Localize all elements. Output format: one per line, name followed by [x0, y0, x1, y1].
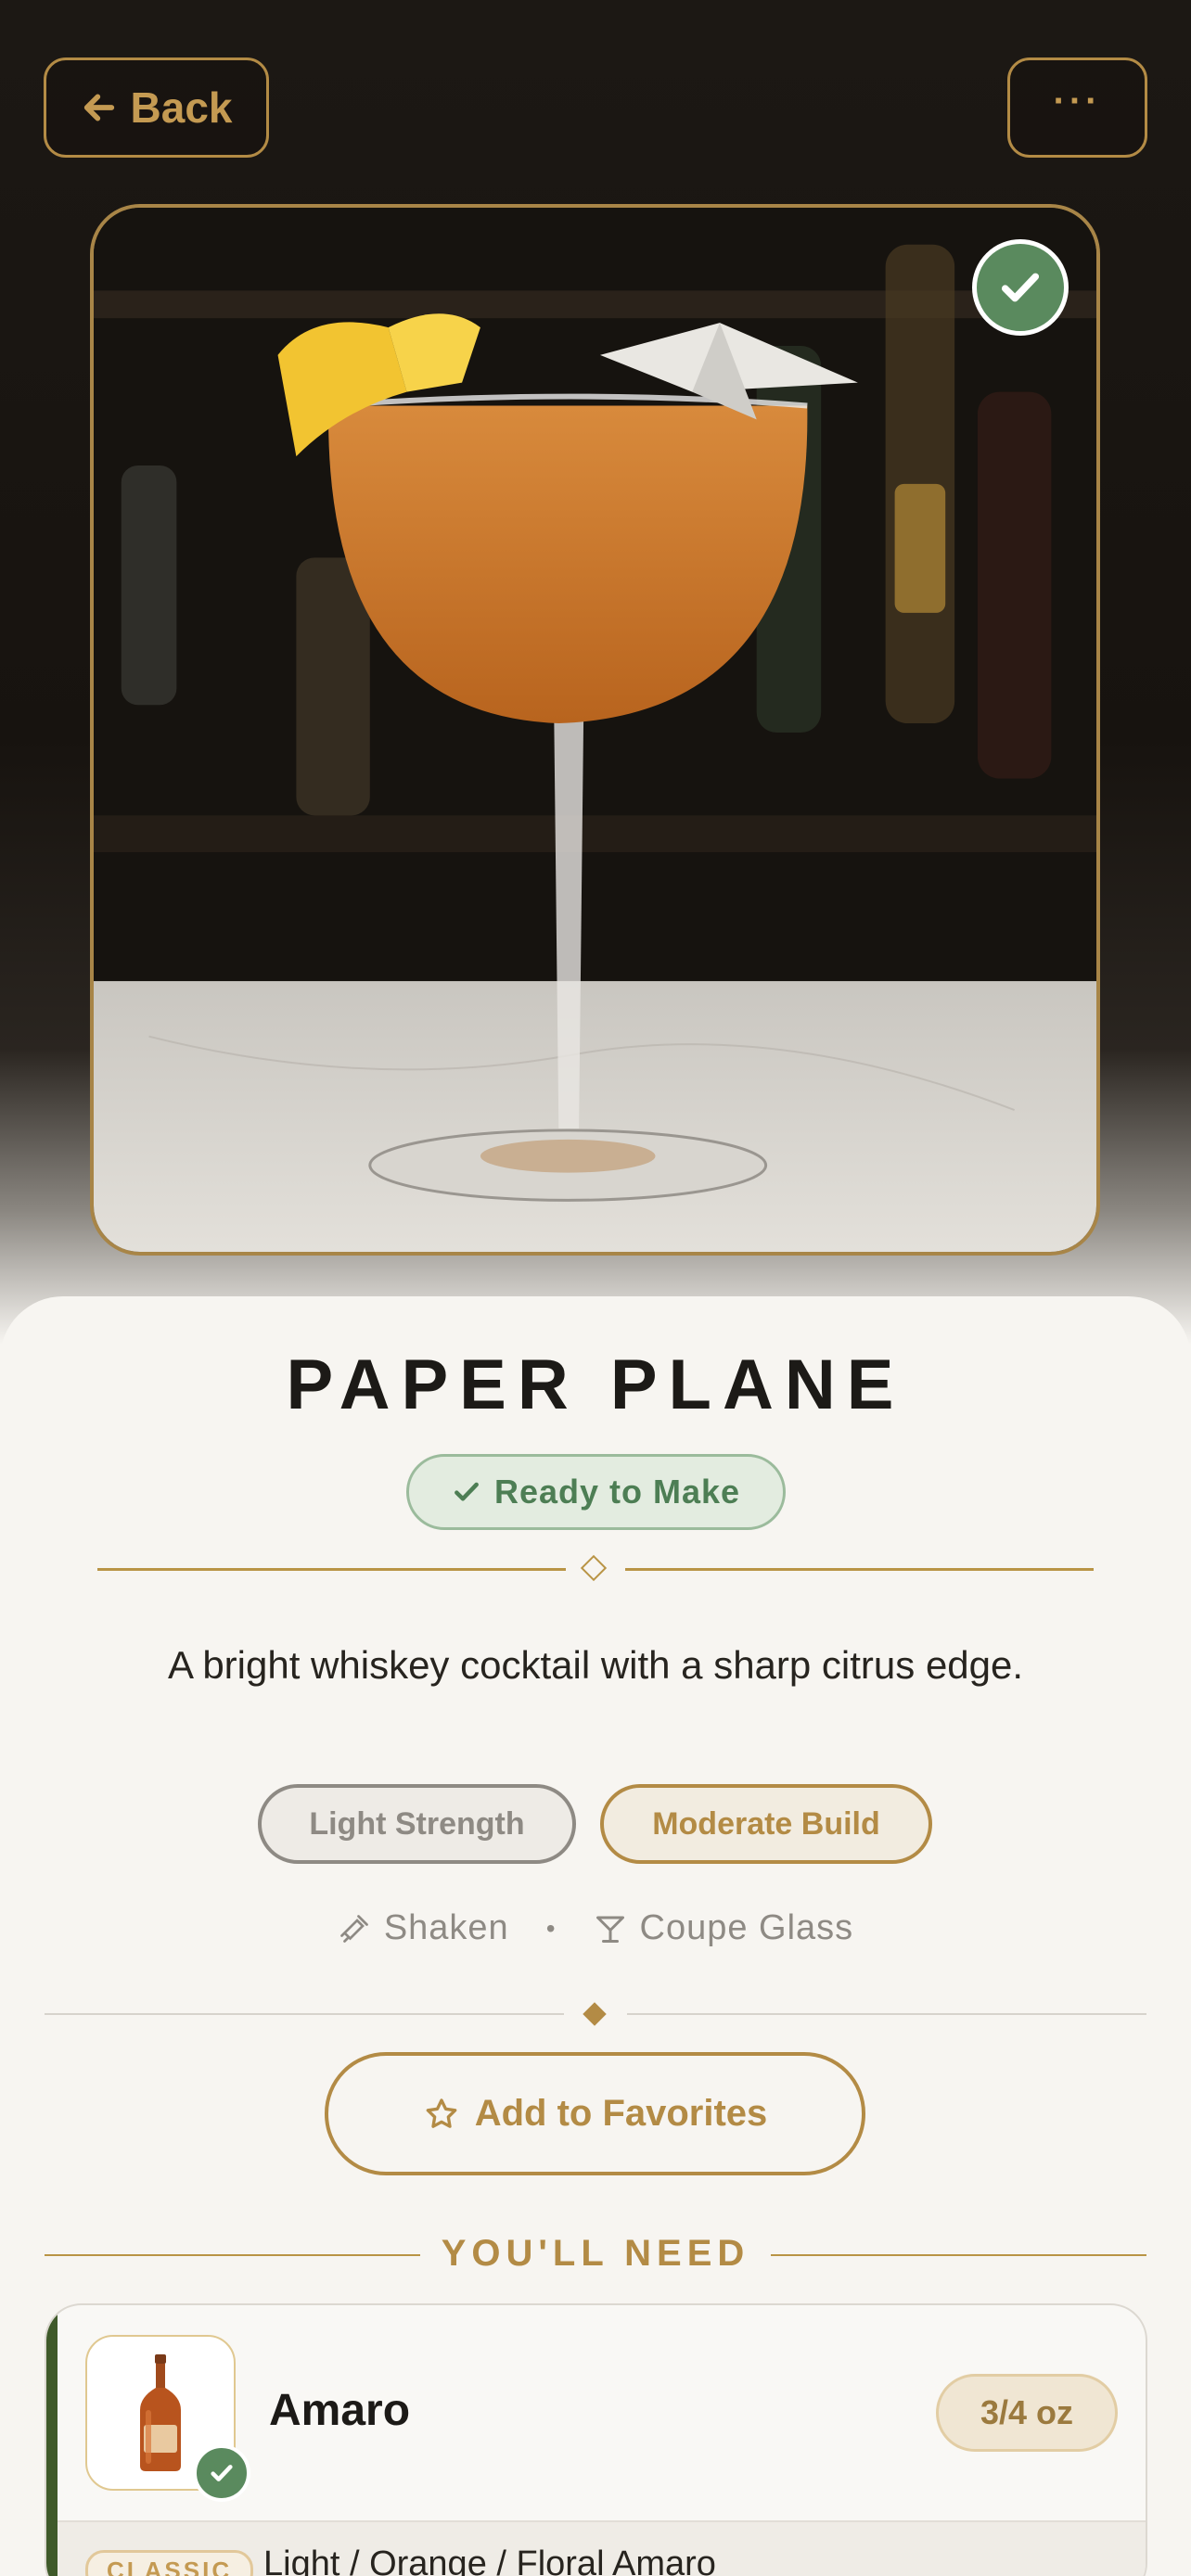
- ellipsis-icon: ···: [1053, 80, 1102, 121]
- owned-badge: [193, 2444, 250, 2502]
- favorites-label: Add to Favorites: [474, 2093, 768, 2134]
- ingredient-quantity: 3/4 oz: [936, 2374, 1118, 2452]
- ingredient-description: Light / Orange / Floral Amaro: [263, 2544, 716, 2576]
- method-label: Shaken: [383, 1908, 509, 1947]
- preparation-meta: Shaken • Coupe Glass: [0, 1908, 1191, 1948]
- ready-status-badge: [972, 239, 1069, 336]
- back-label: Back: [130, 83, 233, 132]
- status-badge: Ready to Make: [406, 1454, 786, 1530]
- cocktail-description: A bright whiskey cocktail with a sharp c…: [167, 1643, 1024, 1687]
- meta-separator: •: [545, 1913, 557, 1943]
- cocktail-image: [94, 208, 1096, 1252]
- back-button[interactable]: Back: [44, 57, 269, 158]
- ingredient-name: Amaro: [269, 2386, 411, 2435]
- arrow-left-icon: [83, 94, 114, 121]
- cocktail-title: PAPER PLANE: [286, 1345, 905, 1424]
- divider-left: [45, 2013, 564, 2015]
- shaker-icon: [339, 1914, 368, 1943]
- glass-label: Coupe Glass: [639, 1908, 854, 1947]
- ingredient-card[interactable]: Amaro 3/4 oz CLASSIC Light / Orange / Fl…: [45, 2303, 1147, 2576]
- ornament-rule-left: [97, 1568, 566, 1571]
- divider-right: [627, 2013, 1146, 2015]
- section-rule-right: [771, 2254, 1146, 2256]
- cocktail-photo: [90, 204, 1100, 1256]
- bottle-icon: [140, 2354, 181, 2471]
- star-outline-icon: [426, 2098, 457, 2128]
- add-to-favorites-button[interactable]: Add to Favorites: [325, 2052, 865, 2175]
- check-icon: [455, 1482, 479, 1501]
- ingredient-tag: CLASSIC: [85, 2550, 254, 2576]
- strength-chip: Light Strength: [258, 1784, 576, 1864]
- check-icon: [211, 2465, 233, 2481]
- check-circle-icon: [1001, 273, 1040, 302]
- ingredient-details: CLASSIC Light / Orange / Floral Amaro: [58, 2520, 1146, 2576]
- cocktail-glass-icon: [596, 1916, 624, 1943]
- ornament-rule-right: [625, 1568, 1094, 1571]
- build-chip: Moderate Build: [600, 1784, 932, 1864]
- card-accent-bar: [46, 2305, 58, 2576]
- more-options-button[interactable]: ···: [1007, 57, 1147, 158]
- status-label: Ready to Make: [493, 1473, 741, 1511]
